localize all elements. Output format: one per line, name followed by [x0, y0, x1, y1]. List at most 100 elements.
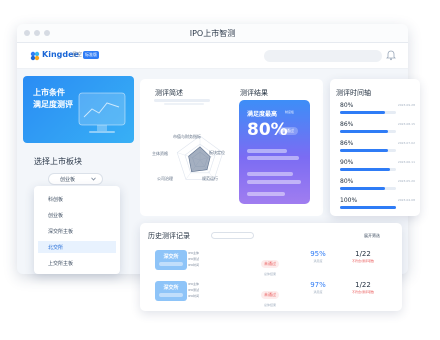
- result-status-badge: 未通过: [278, 127, 298, 135]
- timeline-title: 测评时间轴: [336, 89, 371, 97]
- board-option[interactable]: 北交所: [38, 241, 116, 253]
- result-text-line: [247, 180, 301, 184]
- timeline-percent: 90%: [340, 159, 354, 166]
- record-meta: IPO主体 IPO测试 IPO时间: [188, 251, 199, 269]
- timeline-percent: 80%: [340, 178, 354, 185]
- brief-text-lines: [154, 99, 210, 105]
- record-percent: 95% 满足度: [306, 250, 330, 263]
- radar-label-governance: 公司治理: [157, 176, 173, 181]
- timeline-item[interactable]: 80% 2023.05.20: [340, 178, 415, 196]
- banner-title-line1: 上市条件: [33, 88, 65, 97]
- history-row[interactable]: 深交所 IPO主体 IPO测试 IPO时间 未通过 总体结果 95% 满足度 1/22 不符合/测…: [148, 247, 397, 276]
- count-caption: 不符合/测评项数: [351, 259, 374, 263]
- board-option[interactable]: 上交所主板: [38, 257, 116, 269]
- timeline-item[interactable]: 80% 2023.09.28: [340, 102, 415, 120]
- result-label: 满足度最高: [247, 111, 278, 118]
- brief-title: 测评简述: [155, 89, 183, 97]
- timeline-percent: 86%: [340, 140, 354, 147]
- kingdee-logo-icon: [30, 51, 40, 61]
- timeline-progress-fill: [340, 187, 385, 190]
- timeline-progress-fill: [340, 111, 385, 114]
- timeline-progress-track: [340, 130, 396, 133]
- result-text-line: [247, 156, 299, 160]
- timeline-percent: 100%: [340, 197, 358, 204]
- expand-filter-button[interactable]: 展开筛选: [364, 233, 380, 239]
- timeline-item[interactable]: 86% 2023.08.15: [340, 121, 415, 139]
- board-select-value: 创业板: [60, 177, 76, 183]
- status-caption: 总体结果: [263, 303, 276, 307]
- brand-subtitle: 星空: [72, 52, 83, 58]
- timeline-progress-fill: [340, 149, 389, 152]
- count-value: 1/22: [355, 281, 371, 289]
- record-percent: 97% 满足度: [306, 281, 330, 294]
- result-text-line: [247, 192, 285, 196]
- radar-value-area: [188, 146, 211, 172]
- assessment-banner: 上市条件 满足度测评: [23, 76, 134, 143]
- radar-label-finance: 市值与财务指标: [173, 134, 201, 139]
- percent-caption: 满足度: [313, 259, 323, 263]
- timeline-progress-track: [340, 187, 396, 190]
- percent-value: 95%: [310, 250, 326, 258]
- record-status: 未通过 总体结果: [254, 250, 286, 276]
- timeline-progress-fill: [340, 206, 396, 209]
- board-select[interactable]: 创业板: [48, 173, 103, 185]
- board-badge: 深交所: [155, 250, 187, 270]
- bell-icon[interactable]: [386, 50, 396, 61]
- radar-label-positioning: 板块定位: [209, 150, 225, 155]
- radar-label-operation: 规范运行: [202, 176, 218, 181]
- board-badge-label: 深交所: [163, 285, 179, 291]
- timeline-percent: 86%: [340, 121, 354, 128]
- timeline-item[interactable]: 100% 2023.04.08: [340, 197, 415, 215]
- record-meta: IPO主体 IPO测试 IPO时间: [188, 282, 199, 300]
- timeline-progress-track: [340, 168, 396, 171]
- timeline-date: 2023.05.20: [397, 179, 415, 183]
- brand-bar: Kingdee 星空 标准版: [17, 43, 408, 69]
- board-option[interactable]: 创业板: [38, 209, 116, 221]
- board-option[interactable]: 科创板: [38, 193, 116, 205]
- board-section-title: 选择上市板块: [34, 157, 82, 166]
- edition-badge: 标准版: [83, 51, 99, 59]
- timeline-card: 测评时间轴 80% 2023.09.28 86% 2023.08.15 86% 2023.…: [330, 79, 420, 216]
- fail-badge: 未通过: [261, 291, 279, 299]
- fail-badge: 未通过: [261, 260, 279, 268]
- timeline-progress-track: [340, 206, 396, 209]
- record-count: 1/22 不符合/测评项数: [350, 281, 376, 294]
- result-title: 测评结果: [240, 89, 268, 97]
- radar-label-eligibility: 主体资格: [152, 151, 168, 156]
- timeline-date: 2023.08.15: [397, 122, 415, 126]
- timeline-progress-fill: [340, 130, 389, 133]
- board-dropdown-menu: 科创板创业板深交所主板北交所上交所主板: [34, 186, 120, 274]
- result-panel[interactable]: 满足度最高 制度板 80% 未通过: [239, 100, 310, 204]
- status-caption: 总体结果: [263, 272, 276, 276]
- history-card: 历史测评记录 展开筛选 深交所 IPO主体 IPO测试 IPO时间 未通过 总体结果 95%…: [140, 223, 402, 311]
- timeline-date: 2023.06.11: [397, 160, 415, 164]
- timeline-percent: 80%: [340, 102, 354, 109]
- record-status: 未通过 总体结果: [254, 281, 286, 307]
- board-badge: 深交所: [155, 281, 187, 301]
- board-option[interactable]: 深交所主板: [38, 225, 116, 237]
- title-bar: IPO上市智测: [17, 24, 408, 43]
- monitor-illustration-icon: [78, 92, 126, 133]
- search-input[interactable]: [264, 50, 382, 62]
- timeline-item[interactable]: 90% 2023.06.11: [340, 159, 415, 177]
- timeline-progress-fill: [340, 168, 391, 171]
- record-count: 1/22 不符合/测评项数: [350, 250, 376, 263]
- percent-value: 97%: [310, 281, 326, 289]
- history-select[interactable]: [211, 232, 254, 239]
- window-title: IPO上市智测: [189, 29, 236, 38]
- history-title: 历史测评记录: [148, 232, 190, 240]
- chevron-down-icon: [91, 177, 96, 181]
- result-text-line: [247, 149, 287, 153]
- result-text-line: [247, 172, 293, 176]
- timeline-item[interactable]: 86% 2023.07.02: [340, 140, 415, 158]
- meta-line: IPO时间: [188, 263, 200, 267]
- history-row[interactable]: 深交所 IPO主体 IPO测试 IPO时间 未通过 总体结果 97% 满足度 1/22 不符合/测…: [148, 278, 397, 307]
- banner-title-line2: 满足度测评: [33, 100, 73, 109]
- timeline-date: 2023.09.28: [397, 103, 415, 107]
- timeline-date: 2023.04.08: [397, 198, 415, 202]
- timeline-date: 2023.07.02: [397, 141, 415, 145]
- board-badge-label: 深交所: [163, 254, 179, 260]
- count-caption: 不符合/测评项数: [351, 290, 374, 294]
- percent-caption: 满足度: [313, 290, 323, 294]
- count-value: 1/22: [355, 250, 371, 258]
